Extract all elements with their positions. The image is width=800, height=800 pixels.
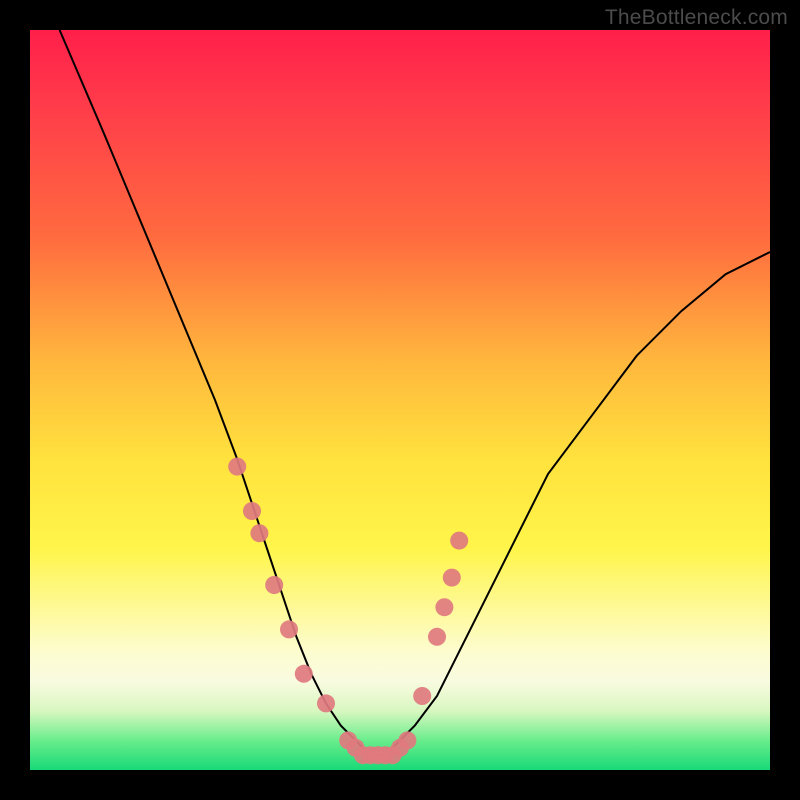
chart-frame: TheBottleneck.com	[0, 0, 800, 800]
chart-svg	[30, 30, 770, 770]
marker-dot	[398, 731, 416, 749]
marker-dot	[413, 687, 431, 705]
marker-dot	[317, 694, 335, 712]
bottleneck-curve	[60, 30, 770, 755]
marker-dot	[443, 569, 461, 587]
marker-dot	[435, 598, 453, 616]
marker-dot	[280, 620, 298, 638]
marker-dot	[295, 665, 313, 683]
curve-line	[60, 30, 770, 755]
marker-dots	[228, 458, 468, 765]
marker-dot	[428, 628, 446, 646]
watermark-text: TheBottleneck.com	[605, 6, 788, 30]
marker-dot	[450, 532, 468, 550]
plot-area	[30, 30, 770, 770]
marker-dot	[265, 576, 283, 594]
marker-dot	[228, 458, 246, 476]
marker-dot	[243, 502, 261, 520]
marker-dot	[250, 524, 268, 542]
